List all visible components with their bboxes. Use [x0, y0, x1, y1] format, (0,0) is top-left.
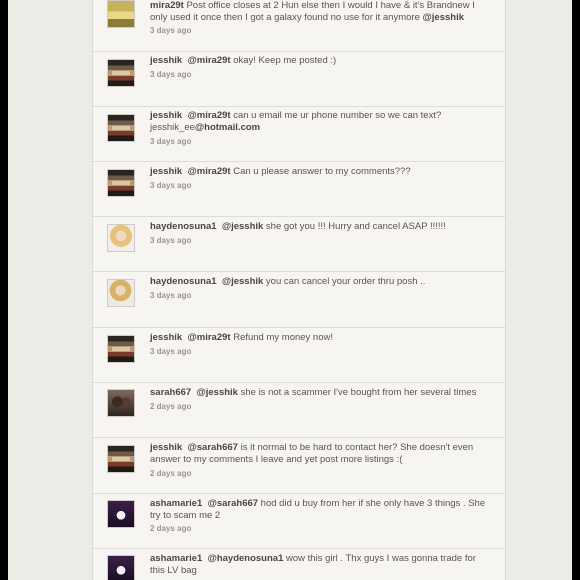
- mention-link[interactable]: @haydenosuna1: [208, 553, 284, 564]
- comment-username[interactable]: sarah667: [150, 387, 191, 398]
- comment-body: Post office closes at 2 Hun else then I …: [183, 0, 475, 11]
- comment-item: jesshik @mira29t okay! Keep me posted :)…: [93, 52, 505, 107]
- comment-item: mira29t Post office closes at 2 Hun else…: [93, 0, 505, 52]
- mention-link[interactable]: @jesshik: [222, 276, 263, 287]
- comment-text: jesshik @mira29t Can u please answer to …: [150, 166, 490, 178]
- user-avatar[interactable]: [107, 445, 135, 473]
- comment-timestamp: 3 days ago: [150, 137, 192, 146]
- email-text: @hotmail.com: [194, 121, 261, 133]
- comment-timestamp: 3 days ago: [150, 181, 192, 190]
- mention-link[interactable]: @jesshik: [196, 387, 237, 398]
- comment-item: ashamarie1 @sarah667 hod did u buy from …: [93, 494, 505, 549]
- comment-username[interactable]: haydenosuna1: [150, 276, 217, 287]
- comment-username[interactable]: ashamarie1: [150, 498, 202, 509]
- user-avatar[interactable]: [107, 169, 135, 197]
- mention-link[interactable]: @sarah667: [208, 498, 258, 509]
- comment-text: ashamarie1 @haydenosuna1 wow this girl .…: [150, 553, 490, 577]
- mention-link[interactable]: @jesshik: [222, 221, 263, 232]
- comment-username[interactable]: ashamarie1: [150, 553, 202, 564]
- comment-timestamp: 3 days ago: [150, 70, 192, 79]
- comment-timestamp: 3 days ago: [150, 26, 192, 35]
- user-avatar[interactable]: [107, 500, 135, 528]
- mention-link[interactable]: @mira29t: [188, 166, 231, 177]
- user-avatar[interactable]: [107, 0, 135, 28]
- user-avatar[interactable]: [107, 224, 135, 252]
- comment-body: wow this girl . Thx guys I was gonna tra…: [283, 553, 476, 564]
- comment-text: ashamarie1 @sarah667 hod did u buy from …: [150, 498, 490, 522]
- comment-username[interactable]: haydenosuna1: [150, 221, 217, 232]
- comment-username[interactable]: jesshik: [150, 166, 182, 177]
- comment-item: haydenosuna1 @jesshik you can cancel you…: [93, 272, 505, 328]
- comment-username[interactable]: jesshik: [150, 332, 182, 343]
- comment-timestamp: 2 days ago: [150, 469, 192, 478]
- comment-text: jesshik @mira29t can u email me ur phone…: [150, 110, 490, 134]
- comment-body: she is not a scammer I've bought from he…: [237, 387, 477, 398]
- comment-text: jesshik @sarah667 is it normal to be har…: [150, 442, 490, 466]
- comment-body: only used it once then I got a galaxy fo…: [150, 11, 423, 23]
- user-avatar[interactable]: [107, 279, 135, 307]
- comment-item: sarah667 @jesshik she is not a scammer I…: [93, 383, 505, 438]
- user-avatar[interactable]: [107, 389, 135, 417]
- comment-text: mira29t Post office closes at 2 Hun else…: [150, 0, 490, 24]
- comment-text: haydenosuna1 @jesshik you can cancel you…: [150, 276, 490, 288]
- comment-text: haydenosuna1 @jesshik she got you !!! Hu…: [150, 221, 490, 233]
- comment-text: jesshik @mira29t Refund my money now!: [150, 332, 490, 344]
- comment-body: Refund my money now!: [230, 332, 333, 343]
- comment-text: sarah667 @jesshik she is not a scammer I…: [150, 387, 490, 399]
- comment-username[interactable]: mira29t: [150, 0, 184, 11]
- comment-item: haydenosuna1 @jesshik she got you !!! Hu…: [93, 217, 505, 272]
- comment-timestamp: 2 days ago: [150, 402, 192, 411]
- comment-body: you can cancel your order thru posh ..: [263, 276, 426, 287]
- mention-link[interactable]: @mira29t: [188, 55, 231, 66]
- mention-link[interactable]: @jesshik: [423, 12, 464, 23]
- comment-body: this LV bag: [150, 564, 197, 576]
- comment-item: jesshik @mira29t Refund my money now! 3 …: [93, 328, 505, 383]
- comment-body: can u email me ur phone number so we can…: [230, 110, 442, 121]
- comment-feed[interactable]: mira29t Post office closes at 2 Hun else…: [92, 0, 506, 580]
- comment-item: jesshik @mira29t can u email me ur phone…: [93, 107, 505, 162]
- comment-text: jesshik @mira29t okay! Keep me posted :): [150, 55, 490, 67]
- comment-timestamp: 3 days ago: [150, 236, 192, 245]
- user-avatar[interactable]: [107, 114, 135, 142]
- comment-timestamp: 3 days ago: [150, 291, 192, 300]
- user-avatar[interactable]: [107, 335, 135, 363]
- user-avatar[interactable]: [107, 59, 135, 87]
- comment-username[interactable]: jesshik: [150, 55, 182, 66]
- comment-timestamp: 3 days ago: [150, 347, 192, 356]
- mention-link[interactable]: @mira29t: [188, 110, 231, 121]
- comment-username[interactable]: jesshik: [150, 442, 182, 453]
- mention-link[interactable]: @sarah667: [188, 442, 238, 453]
- comment-body: answer to my comments I leave and yet po…: [150, 453, 403, 465]
- comment-timestamp: 2 days ago: [150, 524, 192, 533]
- page-background: mira29t Post office closes at 2 Hun else…: [8, 0, 572, 580]
- comment-body: she got you !!! Hurry and cancel ASAP !!…: [263, 221, 446, 232]
- comment-body: hod did u buy from her if she only have …: [258, 498, 486, 509]
- mention-link[interactable]: @mira29t: [188, 332, 231, 343]
- comment-body: is it normal to be hard to contact her? …: [237, 442, 474, 453]
- comment-item: jesshik @mira29t Can u please answer to …: [93, 162, 505, 217]
- comment-item: ashamarie1 @haydenosuna1 wow this girl .…: [93, 549, 505, 580]
- comment-body: Can u please answer to my comments???: [230, 166, 411, 177]
- comment-body: jesshik_ee: [150, 121, 195, 133]
- comment-body: okay! Keep me posted :): [230, 55, 337, 66]
- user-avatar[interactable]: [107, 555, 135, 580]
- comment-username[interactable]: jesshik: [150, 110, 182, 121]
- comment-body: try to scam me 2: [150, 509, 221, 521]
- comment-item: jesshik @sarah667 is it normal to be har…: [93, 438, 505, 494]
